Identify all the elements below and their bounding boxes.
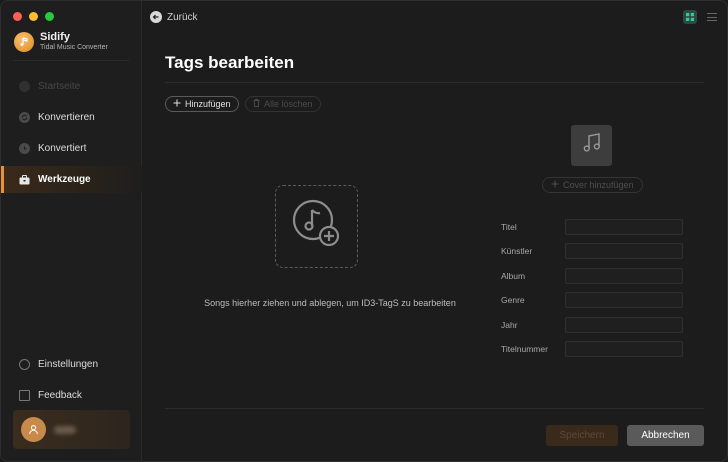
year-input[interactable] (565, 316, 683, 333)
clear-all-button[interactable]: Alle löschen (245, 96, 321, 112)
cancel-button[interactable]: Abbrechen (627, 425, 704, 446)
field-label: Album (501, 270, 526, 281)
sidebar-item-konvertiert[interactable]: Konvertiert (1, 135, 142, 162)
sidebar-item-label: Werkzeuge (38, 174, 91, 185)
music-note-icon (581, 132, 603, 159)
convert-icon (19, 112, 30, 123)
field-album: Album (501, 267, 685, 284)
sidebar-bottom-nav: Einstellungen Feedback (1, 351, 142, 413)
menu-icon[interactable] (707, 12, 717, 22)
field-label: Genre (501, 295, 525, 306)
brand: Sidify Tidal Music Converter (14, 31, 108, 52)
sidebar: Sidify Tidal Music Converter Startseite … (1, 1, 142, 461)
sidebar-item-konvertieren[interactable]: Konvertieren (1, 104, 142, 131)
plus-icon (173, 99, 181, 109)
top-right-controls (683, 10, 717, 24)
sidebar-item-label: Konvertiert (38, 143, 87, 154)
sidebar-nav: Startseite Konvertieren Konvertiert Werk… (1, 73, 142, 197)
add-button-label: Hinzufügen (185, 99, 231, 109)
drop-instructions: Songs hierher ziehen und ablegen, um ID3… (204, 298, 456, 308)
add-cover-button[interactable]: Cover hinzufügen (542, 177, 643, 193)
artist-input[interactable] (565, 243, 683, 260)
cover-image-placeholder (571, 125, 612, 166)
app-name: Sidify (40, 31, 70, 43)
grid-view-icon[interactable] (683, 10, 697, 24)
mail-icon (19, 390, 30, 401)
drop-zone[interactable] (275, 185, 358, 268)
title-divider (165, 82, 704, 83)
save-button[interactable]: Speichern (546, 425, 618, 446)
genre-input[interactable] (565, 292, 683, 309)
title-input[interactable] (565, 219, 683, 235)
field-title: Titel (501, 219, 685, 235)
sidebar-item-einstellungen[interactable]: Einstellungen (1, 351, 142, 378)
field-year: Jahr (501, 316, 685, 333)
settings-icon (19, 359, 30, 370)
sidebar-item-feedback[interactable]: Feedback (1, 382, 142, 409)
minimize-window-button[interactable] (29, 12, 38, 21)
add-cover-label: Cover hinzufügen (563, 180, 634, 190)
field-artist: Künstler (501, 243, 685, 260)
add-music-icon (291, 198, 343, 255)
sidebar-divider (13, 60, 129, 61)
close-window-button[interactable] (13, 12, 22, 21)
tag-fields: Titel Künstler Album Genre Jahr Titelnum… (501, 219, 685, 365)
add-button[interactable]: Hinzufügen (165, 96, 239, 112)
page-title: Tags bearbeiten (165, 53, 295, 72)
maximize-window-button[interactable] (45, 12, 54, 21)
window-controls (13, 12, 54, 21)
main-panel: Zurück Tags bearbeiten Hinzufügen Alle l… (142, 1, 727, 461)
user-name-redacted (54, 425, 76, 434)
sidebar-item-label: Konvertieren (38, 112, 95, 123)
field-track-number: Titelnummer (501, 340, 685, 357)
trash-icon (253, 99, 260, 109)
sidebar-item-label: Einstellungen (38, 359, 99, 370)
clock-icon (19, 143, 30, 154)
back-button[interactable]: Zurück (150, 11, 198, 23)
home-icon (19, 81, 30, 92)
avatar (21, 417, 46, 442)
user-account[interactable] (13, 410, 130, 449)
field-label: Künstler (501, 246, 533, 257)
back-label: Zurück (167, 11, 198, 23)
toolbox-icon (19, 174, 30, 185)
field-label: Jahr (501, 319, 518, 330)
footer-divider (165, 408, 704, 409)
plus-icon (551, 180, 559, 190)
sidebar-item-startseite[interactable]: Startseite (1, 73, 142, 100)
field-label: Titel (501, 222, 517, 232)
field-genre: Genre (501, 292, 685, 309)
app-window: Sidify Tidal Music Converter Startseite … (0, 0, 728, 462)
sidebar-item-label: Feedback (38, 390, 82, 401)
album-input[interactable] (565, 267, 683, 284)
app-subtitle: Tidal Music Converter (40, 44, 108, 51)
sidebar-item-werkzeuge[interactable]: Werkzeuge (1, 166, 142, 193)
sidebar-item-label: Startseite (38, 81, 81, 92)
arrow-left-icon (150, 11, 162, 23)
clear-all-button-label: Alle löschen (264, 99, 313, 109)
field-label: Titelnummer (501, 343, 548, 354)
app-logo-icon (14, 31, 34, 52)
track-number-input[interactable] (565, 340, 683, 357)
